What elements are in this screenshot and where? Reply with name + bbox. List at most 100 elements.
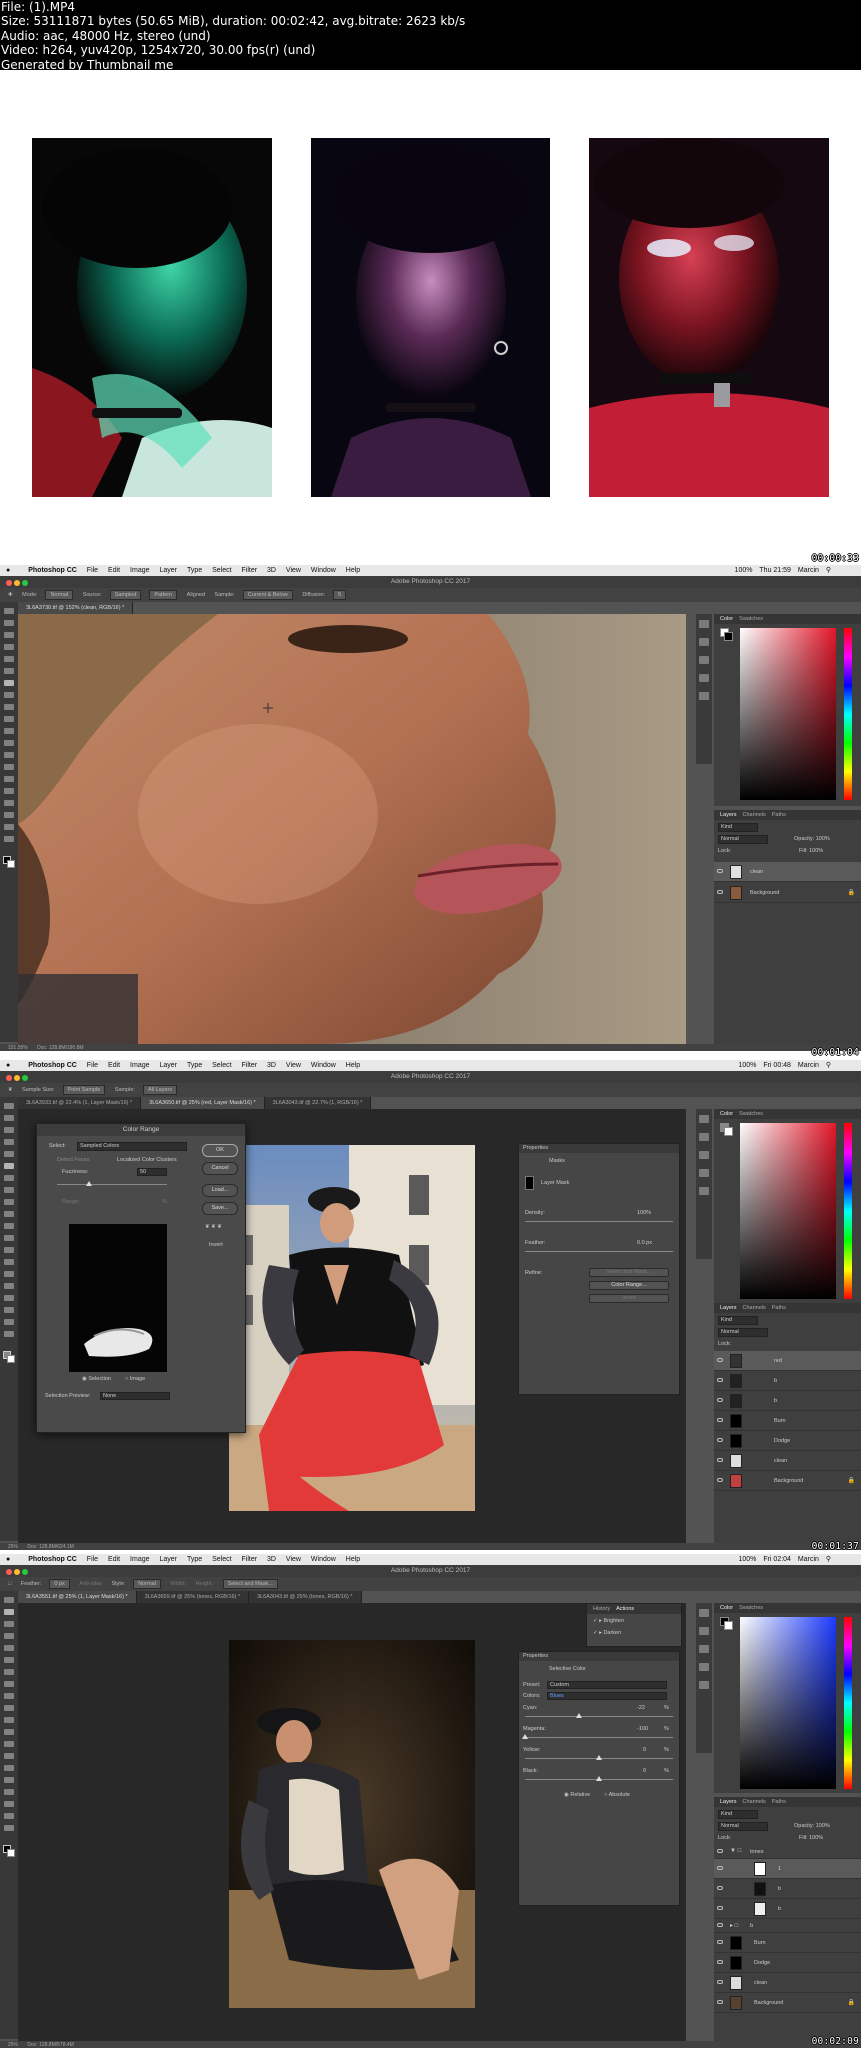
actions-icon[interactable] [699, 1627, 709, 1635]
history-brush-tool-icon[interactable] [4, 1211, 14, 1217]
dodge-tool-icon[interactable] [4, 1259, 14, 1265]
eyedropper-tool-icon[interactable] [4, 1163, 14, 1169]
history-icon[interactable] [699, 1609, 709, 1617]
close-window-button[interactable] [6, 1075, 12, 1081]
preset-select[interactable]: Custom [547, 1681, 667, 1689]
history-icon[interactable] [699, 620, 709, 628]
properties-icon[interactable] [699, 656, 709, 664]
tab-actions[interactable]: Actions [616, 1606, 634, 1612]
user-name[interactable]: Marcin [798, 1554, 819, 1565]
magenta-value[interactable]: -100 [637, 1726, 648, 1732]
eyedropper-tool-icon[interactable] [4, 1657, 14, 1663]
healing-tool-icon[interactable] [4, 1669, 14, 1675]
select-dropdown[interactable]: Sampled Colors [77, 1142, 187, 1151]
blur-tool-icon[interactable] [4, 1741, 14, 1747]
app-menu[interactable]: Photoshop CC [28, 1554, 77, 1565]
marquee-tool-icon[interactable] [4, 1115, 14, 1121]
tab-channels[interactable]: Channels [743, 1799, 766, 1805]
layer-row[interactable]: clean [714, 1451, 861, 1471]
colors-select[interactable]: Blues [547, 1692, 667, 1700]
blend-mode-select[interactable]: Normal [718, 1328, 768, 1337]
antialias-checkbox[interactable]: Anti-alias [79, 1577, 102, 1591]
menu-window[interactable]: Window [311, 1554, 336, 1565]
visibility-eye-icon[interactable] [717, 1906, 723, 1910]
visibility-eye-icon[interactable] [717, 1849, 723, 1853]
brush-tool-icon[interactable] [4, 692, 14, 698]
pen-tool-icon[interactable] [4, 1271, 14, 1277]
sample-size-select[interactable]: Point Sample [62, 1085, 106, 1095]
layer-filter-kind[interactable]: Kind [718, 1810, 758, 1819]
actions-icon[interactable] [699, 638, 709, 646]
app-menu[interactable]: Photoshop CC [28, 565, 77, 576]
adjustments-icon[interactable] [699, 674, 709, 682]
bg-swatch[interactable] [724, 632, 733, 641]
eraser-tool-icon[interactable] [4, 728, 14, 734]
blur-tool-icon[interactable] [4, 752, 14, 758]
zoom-tool-icon[interactable] [4, 836, 14, 842]
tab-color[interactable]: Color [720, 1605, 733, 1611]
properties-icon[interactable] [699, 1645, 709, 1653]
crop-tool-icon[interactable] [4, 656, 14, 662]
layer-row[interactable]: b [714, 1391, 861, 1411]
tab-document-1[interactable]: 3L6A3933.tif @ 22.4% (1, Layer Mask/16) … [18, 1097, 142, 1109]
menu-select[interactable]: Select [212, 1060, 231, 1071]
detect-faces-checkbox[interactable]: Detect Faces [57, 1157, 89, 1163]
apple-icon[interactable]: ● [6, 1060, 10, 1071]
eyedropper-tool-icon[interactable] [4, 668, 14, 674]
shape-tool-icon[interactable] [4, 1307, 14, 1313]
dodge-tool-icon[interactable] [4, 1753, 14, 1759]
menu-view[interactable]: View [286, 565, 301, 576]
menu-edit[interactable]: Edit [108, 1554, 120, 1565]
menu-window[interactable]: Window [311, 565, 336, 576]
move-tool-icon[interactable] [4, 1597, 14, 1603]
menu-window[interactable]: Window [311, 1060, 336, 1071]
search-icon[interactable]: ⚲ [826, 1060, 831, 1071]
yellow-value[interactable]: 0 [643, 1747, 646, 1753]
menu-view[interactable]: View [286, 1554, 301, 1565]
fuzziness-slider-handle[interactable] [86, 1181, 92, 1186]
aligned-checkbox[interactable]: Aligned [187, 588, 205, 602]
fuzziness-slider[interactable] [57, 1184, 167, 1185]
gradient-tool-icon[interactable] [4, 1235, 14, 1241]
tab-history[interactable]: History [593, 1606, 610, 1612]
background-color-swatch[interactable] [7, 1849, 15, 1857]
tab-document-3[interactable]: 3L6A3043.tif @ 25% (tones, RGB/16) * [249, 1591, 362, 1603]
tab-swatches[interactable]: Swatches [739, 616, 763, 622]
menu-image[interactable]: Image [130, 565, 149, 576]
visibility-eye-icon[interactable] [717, 869, 723, 873]
menu-filter[interactable]: Filter [242, 1554, 258, 1565]
source-pattern-button[interactable]: Pattern [149, 590, 178, 600]
layer-row[interactable]: Background 🔒 [714, 883, 861, 903]
absolute-radio[interactable]: ○ Absolute [604, 1792, 630, 1798]
relative-radio[interactable]: ◉ Relative [564, 1792, 590, 1798]
zoom-level[interactable]: 25% [8, 1544, 18, 1550]
blur-tool-icon[interactable] [4, 1247, 14, 1253]
marquee-tool-icon[interactable] [4, 1609, 14, 1615]
visibility-eye-icon[interactable] [717, 1378, 723, 1382]
hand-tool-icon[interactable] [4, 1319, 14, 1325]
action-darken[interactable]: ✓ ▸ Darken [593, 1630, 621, 1636]
healing-brush-icon[interactable]: ✚ [8, 588, 13, 602]
type-tool-icon[interactable] [4, 1283, 14, 1289]
apple-icon[interactable]: ● [6, 565, 10, 576]
menu-help[interactable]: Help [346, 1060, 360, 1071]
yellow-slider-handle[interactable] [596, 1755, 602, 1760]
user-name[interactable]: Marcin [798, 565, 819, 576]
load-button[interactable]: Load... [202, 1184, 238, 1197]
brush-tool-icon[interactable] [4, 1681, 14, 1687]
menu-type[interactable]: Type [187, 1554, 202, 1565]
menu-filter[interactable]: Filter [242, 565, 258, 576]
healing-tool-icon[interactable] [4, 1175, 14, 1181]
minimize-window-button[interactable] [14, 1569, 20, 1575]
menu-help[interactable]: Help [346, 565, 360, 576]
menu-image[interactable]: Image [130, 1554, 149, 1565]
bg-swatch[interactable] [724, 1127, 733, 1136]
quick-select-tool-icon[interactable] [4, 1139, 14, 1145]
search-icon[interactable]: ⚲ [826, 565, 831, 576]
cyan-value[interactable]: -22 [637, 1705, 645, 1711]
blend-mode-select[interactable]: Normal [718, 1822, 768, 1831]
path-select-tool-icon[interactable] [4, 1789, 14, 1795]
visibility-eye-icon[interactable] [717, 2000, 723, 2004]
menu-layer[interactable]: Layer [159, 1060, 177, 1071]
tab-swatches[interactable]: Swatches [739, 1111, 763, 1117]
